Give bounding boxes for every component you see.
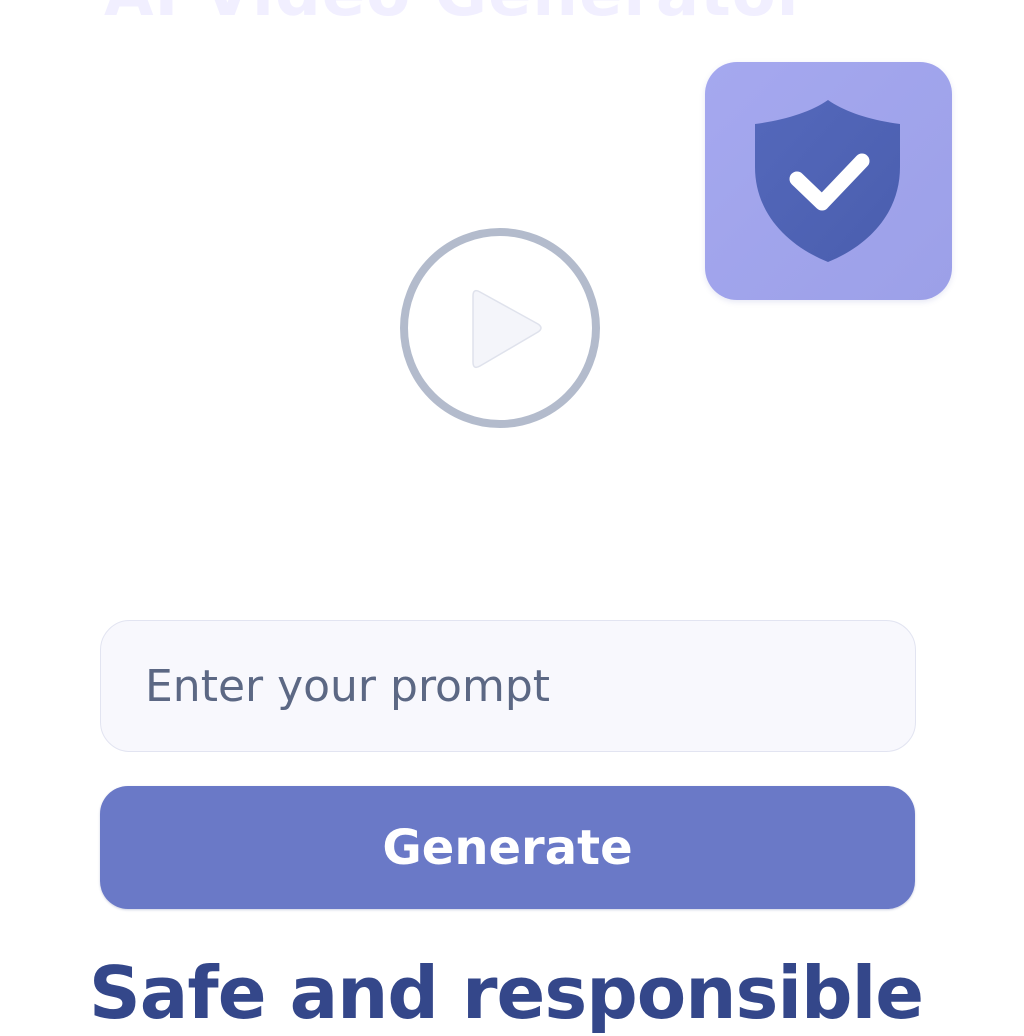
app-title: AI Video Generator [104, 0, 809, 26]
tagline: Safe and responsible [88, 951, 924, 1035]
play-icon [400, 228, 600, 428]
prompt-input[interactable] [100, 620, 916, 752]
generate-button[interactable]: Generate [100, 786, 915, 909]
shield-check-icon [755, 100, 900, 262]
play-button[interactable] [398, 226, 602, 430]
safety-badge [705, 62, 952, 300]
